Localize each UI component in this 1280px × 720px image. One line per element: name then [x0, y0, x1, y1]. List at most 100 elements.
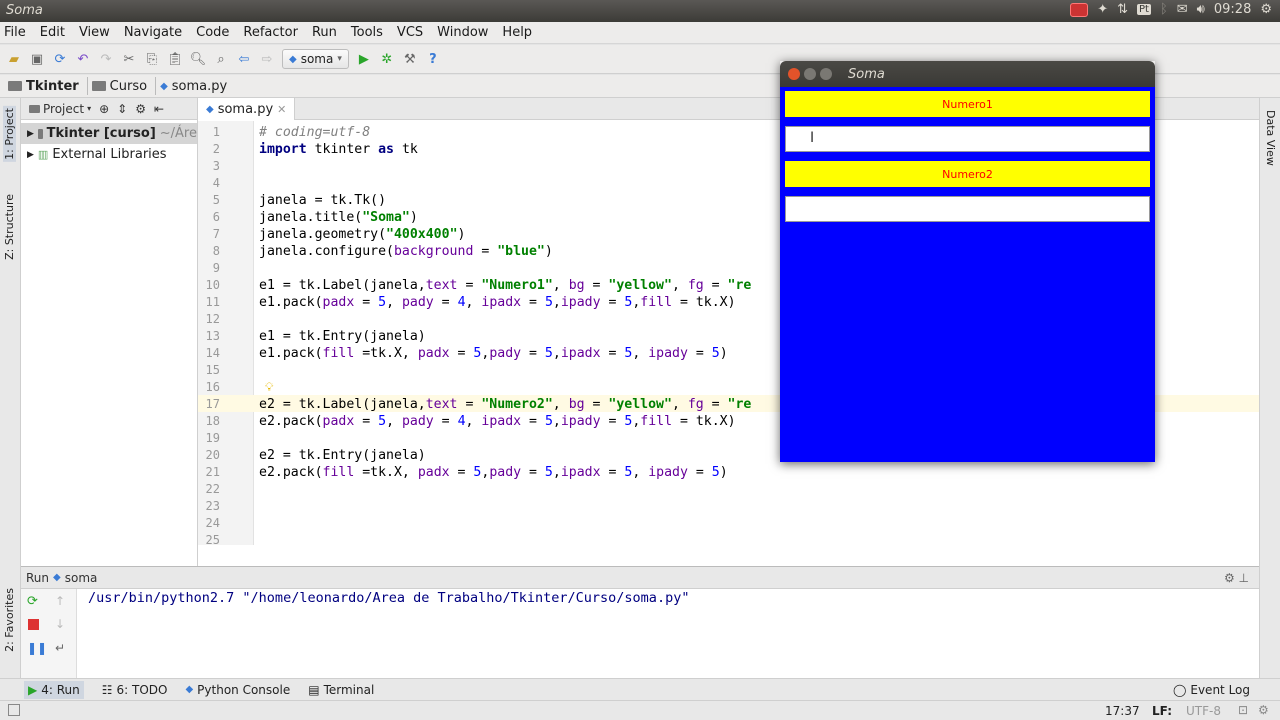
- tree-item-label: Tkinter [curso]: [46, 126, 156, 141]
- menu-refactor[interactable]: Refactor: [243, 25, 298, 40]
- clock[interactable]: 09:28: [1214, 2, 1251, 17]
- dropbox-icon[interactable]: ✦: [1097, 2, 1108, 17]
- breadcrumb-item-curso[interactable]: Curso: [91, 77, 157, 95]
- copy-icon[interactable]: ⎘: [144, 51, 160, 67]
- paste-icon[interactable]: 📋︎: [167, 51, 184, 67]
- code-text[interactable]: # coding=utf-8 import tkinter as tk jane…: [259, 124, 751, 481]
- python-file-icon: ◆: [206, 103, 214, 115]
- tab-python-console[interactable]: ◆ Python Console: [185, 683, 290, 697]
- save-icon[interactable]: ▣: [29, 51, 45, 67]
- lock-icon[interactable]: ⊡: [1238, 703, 1248, 717]
- bluetooth-icon[interactable]: ᛒ: [1160, 2, 1168, 17]
- tree-item-root[interactable]: ▶ Tkinter [curso] ~/Áre: [21, 123, 197, 144]
- line-number: 23: [205, 499, 220, 513]
- run-play-icon[interactable]: ▶: [356, 51, 372, 67]
- gear-icon[interactable]: ⚙: [135, 102, 146, 116]
- line-number: 24: [205, 516, 220, 530]
- minimize-window-icon[interactable]: [804, 68, 816, 80]
- soft-wrap-icon[interactable]: ↵: [55, 641, 65, 655]
- numero2-entry[interactable]: [785, 196, 1150, 222]
- tab-project[interactable]: 1: Project: [3, 106, 16, 162]
- numero1-label: Numero1: [785, 91, 1150, 117]
- line-number: 8: [212, 244, 220, 258]
- tab-event-log[interactable]: ◯ Event Log: [1173, 683, 1250, 697]
- python-icon: ◆: [185, 684, 194, 695]
- find-icon[interactable]: 🔍︎: [190, 51, 207, 67]
- replace-icon[interactable]: ⌕: [213, 51, 229, 67]
- tab-run[interactable]: ▶ 4: Run: [24, 680, 84, 699]
- run-play-icon: ▶: [28, 682, 38, 697]
- project-panel: Project ▾ ⊕ ⇕ ⚙ ⇤ ▶ Tkinter [curso] ~/Ár…: [21, 98, 198, 566]
- close-icon[interactable]: ✕: [277, 103, 286, 116]
- settings-gear-icon[interactable]: ⚙: [1260, 2, 1272, 17]
- breadcrumb-label: soma.py: [171, 78, 228, 94]
- menu-view[interactable]: View: [79, 25, 110, 40]
- collapse-icon[interactable]: ⇕: [117, 102, 127, 116]
- settings-wrench-icon[interactable]: ⚒: [402, 51, 418, 67]
- menu-tools[interactable]: Tools: [351, 25, 383, 40]
- menu-code[interactable]: Code: [196, 25, 229, 40]
- run-output[interactable]: /usr/bin/python2.7 "/home/leonardo/Area …: [88, 590, 689, 606]
- menu-vcs[interactable]: VCS: [397, 25, 423, 40]
- line-number: 21: [205, 465, 220, 479]
- stop-icon[interactable]: [28, 619, 39, 630]
- target-icon[interactable]: ⊕: [99, 102, 109, 116]
- menu-run[interactable]: Run: [312, 25, 337, 40]
- inspector-icon[interactable]: ⚙: [1258, 703, 1269, 717]
- gear-icon[interactable]: ⚙ ⊥: [1224, 571, 1249, 585]
- hide-icon[interactable]: ⇤: [154, 102, 164, 116]
- tab-favorites[interactable]: 2: Favorites: [3, 588, 16, 652]
- os-top-bar: Soma ✦ ⇅ Pt ᛒ ✉ 🔊︎ 09:28 ⚙: [0, 0, 1280, 22]
- line-number: 9: [212, 261, 220, 275]
- pause-icon[interactable]: ❚❚: [27, 641, 47, 655]
- menu-help[interactable]: Help: [502, 25, 532, 40]
- tab-terminal[interactable]: ▤ Terminal: [308, 683, 374, 697]
- caret-position[interactable]: 17:37: [1105, 704, 1140, 718]
- close-window-icon[interactable]: [788, 68, 800, 80]
- redo-icon[interactable]: ↷: [98, 51, 114, 67]
- sync-icon[interactable]: ⟳: [52, 51, 68, 67]
- line-number: 1: [212, 125, 220, 139]
- tk-window-titlebar[interactable]: Soma: [780, 61, 1155, 87]
- volume-icon[interactable]: 🔊︎: [1197, 2, 1205, 17]
- line-separator[interactable]: LF:: [1152, 704, 1172, 718]
- down-icon[interactable]: ↓: [55, 617, 65, 631]
- run-panel-header: Run ◆ soma ⚙ ⊥: [21, 567, 1259, 589]
- tab-data-view[interactable]: Data View: [1264, 110, 1277, 166]
- keyboard-layout-indicator[interactable]: Pt: [1137, 4, 1151, 15]
- maximize-window-icon[interactable]: [820, 68, 832, 80]
- line-number: 7: [212, 227, 220, 241]
- debug-bug-icon[interactable]: ✲: [379, 51, 395, 67]
- tree-item-external-libraries[interactable]: ▶ ▥ External Libraries: [27, 144, 197, 165]
- tool-windows-toggle-icon[interactable]: [8, 704, 20, 716]
- help-icon[interactable]: ?: [425, 51, 441, 67]
- menu-window[interactable]: Window: [437, 25, 488, 40]
- expand-arrow-icon[interactable]: ▶: [27, 150, 34, 160]
- line-number: 5: [212, 193, 220, 207]
- line-number: 16: [205, 380, 220, 394]
- network-icon[interactable]: ⇅: [1117, 2, 1128, 17]
- undo-icon[interactable]: ↶: [75, 51, 91, 67]
- record-icon[interactable]: [1070, 2, 1089, 17]
- cut-icon[interactable]: ✂: [121, 51, 137, 67]
- breadcrumb-item-file[interactable]: ◆ soma.py: [160, 77, 235, 95]
- open-folder-icon[interactable]: ▰: [6, 51, 22, 67]
- rerun-icon[interactable]: ⟳: [27, 594, 38, 609]
- back-icon[interactable]: ⇦: [236, 51, 252, 67]
- breadcrumb-item-tkinter[interactable]: Tkinter: [8, 77, 88, 95]
- file-encoding[interactable]: UTF-8: [1186, 704, 1221, 718]
- run-config-select[interactable]: ◆ soma ▾: [282, 49, 349, 69]
- expand-arrow-icon[interactable]: ▶: [27, 129, 34, 139]
- numero1-entry[interactable]: I: [785, 126, 1150, 152]
- tab-todo[interactable]: ☷ 6: TODO: [102, 683, 168, 697]
- project-view-select[interactable]: Project ▾: [29, 102, 91, 116]
- up-icon[interactable]: ↑: [55, 594, 65, 608]
- mail-icon[interactable]: ✉: [1177, 2, 1188, 17]
- forward-icon[interactable]: ⇨: [259, 51, 275, 67]
- menu-file[interactable]: File: [4, 25, 26, 40]
- menu-navigate[interactable]: Navigate: [124, 25, 182, 40]
- tab-structure[interactable]: Z: Structure: [3, 194, 16, 260]
- todo-icon: ☷: [101, 682, 113, 697]
- tab-soma-py[interactable]: ◆ soma.py ✕: [198, 98, 296, 120]
- menu-edit[interactable]: Edit: [40, 25, 65, 40]
